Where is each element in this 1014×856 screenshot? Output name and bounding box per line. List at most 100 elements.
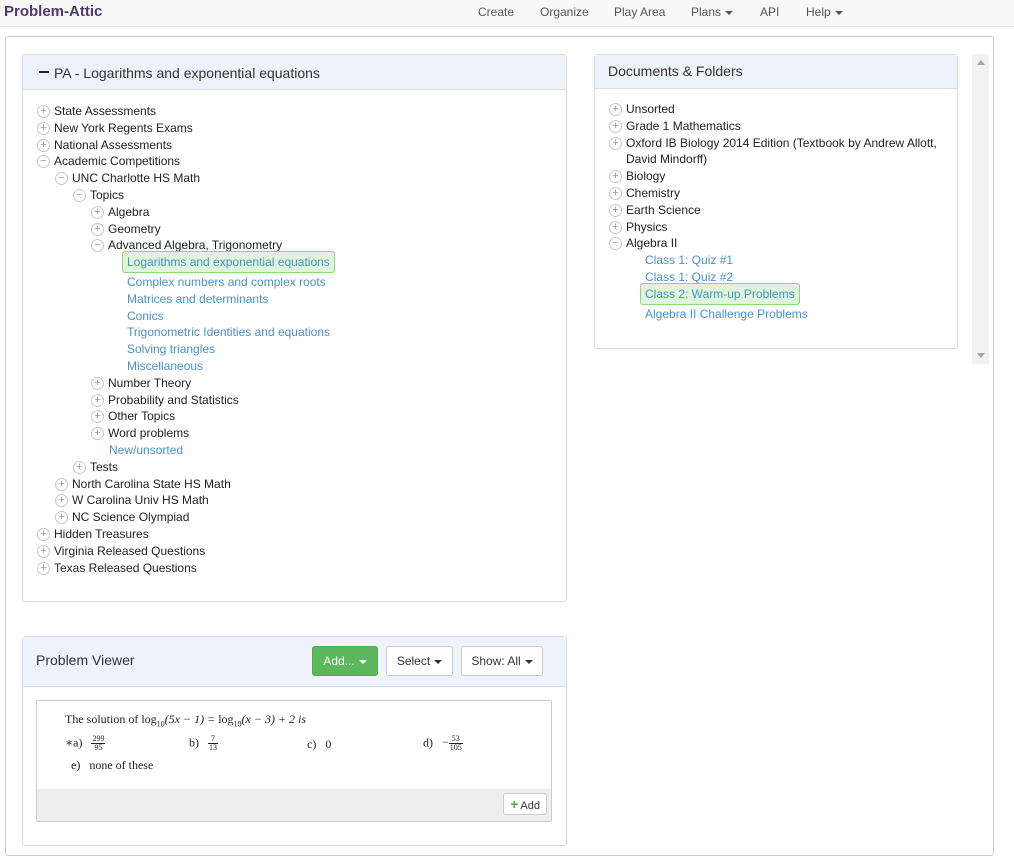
log-base-1: 10	[156, 719, 165, 729]
collapse-icon[interactable]: −	[37, 155, 50, 169]
topic-link-miscellaneous[interactable]: Miscellaneous	[127, 359, 203, 376]
select-dropdown-label: Select	[396, 654, 431, 668]
stem-prefix: The solution of	[65, 712, 142, 726]
folder-link-class-2-warm-up-problems[interactable]: Class 2: Warm-up Problems	[640, 282, 800, 305]
nav-help[interactable]: Help	[806, 5, 843, 19]
chevron-down-icon	[524, 659, 533, 664]
topic-link-conics[interactable]: Conics	[127, 309, 164, 326]
topic-item-label: State Assessments	[54, 104, 157, 118]
scroll-up-icon[interactable]	[977, 60, 985, 65]
choice-d: d) −53 105	[423, 735, 463, 752]
expand-icon[interactable]: +	[609, 136, 622, 150]
add-dropdown-button[interactable]: Add...	[312, 646, 378, 676]
expand-icon[interactable]: +	[73, 460, 86, 474]
documents-title: Documents & Folders	[608, 63, 743, 79]
problem-card[interactable]: The solution of log10(5x − 1) = log10(x …	[36, 700, 552, 822]
show-filter-button[interactable]: Show: All	[461, 646, 543, 676]
topic-item-label: UNC Charlotte HS Math	[72, 171, 201, 186]
problem-card-footer: + Add	[37, 789, 551, 821]
expand-icon[interactable]: +	[91, 427, 104, 441]
expand-icon[interactable]: +	[37, 121, 50, 135]
expand-icon[interactable]: +	[55, 477, 68, 491]
choice-d-fraction: 53 105	[448, 735, 463, 752]
topic-item-label: Probability and Statistics	[108, 392, 239, 407]
expand-icon[interactable]: +	[609, 119, 622, 133]
select-dropdown-button[interactable]: Select	[386, 646, 453, 676]
collapse-icon[interactable]: −	[609, 237, 622, 251]
expand-icon[interactable]: +	[609, 170, 622, 184]
expand-icon[interactable]: +	[37, 528, 50, 541]
brand-logo[interactable]: Problem-Attic	[4, 3, 102, 20]
choice-a-label: ∗a)	[65, 735, 83, 750]
topic-item-label: Word problems	[108, 426, 190, 441]
topic-item-label: Texas Released Questions	[54, 560, 197, 575]
expand-icon[interactable]: +	[91, 410, 104, 424]
folder-item-label: Chemistry	[626, 186, 681, 200]
expand-icon[interactable]: +	[37, 105, 50, 118]
choice-d-sign: −	[442, 735, 449, 750]
collapse-icon[interactable]: −	[73, 189, 86, 202]
expand-icon[interactable]: +	[37, 138, 50, 152]
choice-b-fraction: 7 13	[208, 735, 218, 752]
expand-icon[interactable]: +	[609, 187, 622, 200]
topic-item-label: New York Regents Exams	[54, 120, 193, 135]
scroll-down-icon[interactable]	[977, 353, 985, 358]
choice-c-value: 0	[325, 737, 332, 751]
topic-link-new-unsorted[interactable]: New/unsorted	[109, 443, 183, 460]
plus-icon: +	[510, 796, 519, 812]
add-problem-button[interactable]: + Add	[503, 793, 547, 815]
choice-c-label: c)	[307, 737, 317, 751]
nav-plans[interactable]: Plans	[691, 5, 734, 19]
add-problem-label: Add	[520, 800, 540, 812]
expand-icon[interactable]: +	[91, 376, 104, 390]
documents-panel: Documents & Folders + Unsorted + Grade 1 Ma…	[594, 54, 958, 349]
expand-icon[interactable]: +	[37, 544, 50, 558]
choice-c: c) 0	[307, 737, 331, 752]
choice-e-value: none of these	[89, 758, 154, 772]
nav-organize[interactable]: Organize	[540, 5, 589, 19]
topic-item-label: Number Theory	[108, 375, 192, 390]
choice-d-label: d)	[423, 735, 433, 750]
expand-icon[interactable]: +	[37, 561, 50, 575]
expand-icon[interactable]: +	[609, 103, 622, 116]
top-navbar: Problem-Attic Create Organize Play Area …	[0, 0, 1014, 27]
expand-icon[interactable]: +	[55, 494, 68, 508]
topic-item-label: Tests	[90, 459, 119, 474]
topic-item-label: Algebra	[108, 204, 150, 219]
folder-item-label: Algebra II	[626, 236, 678, 251]
topic-tree-panel: PA - Logarithms and exponential equation…	[22, 54, 567, 602]
topic-link-matrices-and-determinants[interactable]: Matrices and determinants	[127, 292, 268, 309]
topic-link-logarithms-and-exponential-equations[interactable]: Logarithms and exponential equations	[122, 251, 335, 274]
collapse-minus-icon[interactable]	[39, 71, 49, 73]
nav-create[interactable]: Create	[478, 5, 514, 19]
folder-item-label: Earth Science	[626, 202, 701, 217]
topic-tree-heading: PA - Logarithms and exponential equation…	[23, 55, 566, 90]
expand-icon[interactable]: +	[91, 222, 104, 236]
collapse-icon[interactable]: −	[91, 239, 104, 253]
collapse-icon[interactable]: −	[55, 172, 68, 186]
log-fn-2: log	[218, 712, 234, 726]
topic-item-label: Virginia Released Questions	[54, 543, 206, 558]
folder-item-label-cont: David Mindorff)	[626, 152, 708, 167]
expand-icon[interactable]: +	[609, 220, 622, 234]
expand-icon[interactable]: +	[609, 203, 622, 217]
expand-icon[interactable]: +	[91, 205, 104, 219]
topic-link-solving-triangles[interactable]: Solving triangles	[127, 342, 215, 359]
topic-link-trigonometric-identities-and-equations[interactable]: Trigonometric Identities and equations	[127, 325, 330, 342]
topic-link-complex-numbers-and-complex-roots[interactable]: Complex numbers and complex roots	[127, 275, 326, 292]
choice-a: ∗a) 299 95	[65, 735, 106, 752]
nav-help-label: Help	[806, 5, 831, 19]
nav-api[interactable]: API	[760, 5, 779, 19]
log-base-2: 10	[233, 719, 242, 729]
chevron-down-icon	[434, 659, 443, 664]
documents-scrollbar[interactable]	[972, 54, 989, 364]
expand-icon[interactable]: +	[55, 511, 68, 525]
problem-viewer-title: Problem Viewer	[36, 652, 135, 668]
nav-play-area[interactable]: Play Area	[614, 5, 665, 19]
chevron-down-icon	[358, 659, 367, 664]
choice-e: e) none of these	[71, 758, 153, 773]
folder-link-algebra-ii-challenge-problems[interactable]: Algebra II Challenge Problems	[645, 307, 808, 324]
folder-link-class-1-quiz-1[interactable]: Class 1: Quiz #1	[645, 253, 733, 270]
choice-d-den: 105	[449, 743, 462, 752]
expand-icon[interactable]: +	[91, 393, 104, 407]
